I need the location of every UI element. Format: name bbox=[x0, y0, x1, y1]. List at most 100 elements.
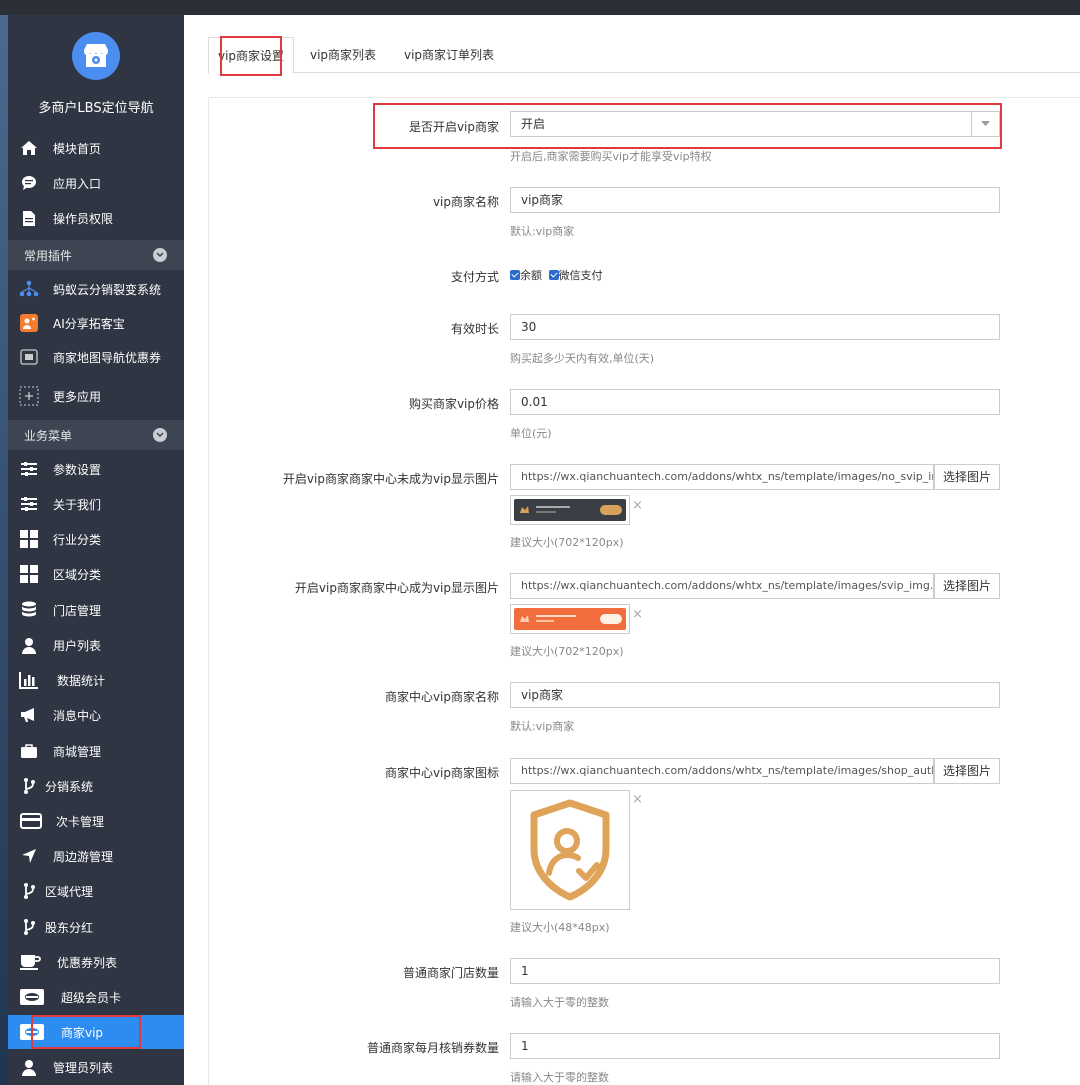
remove-image-icon[interactable]: × bbox=[632, 498, 643, 513]
sidebar-item-label: 超级会员卡 bbox=[61, 990, 122, 1005]
chat-icon bbox=[19, 173, 39, 193]
tab-vip-settings[interactable]: vip商家设置 bbox=[208, 37, 294, 74]
sidebar-item-about[interactable]: 关于我们 bbox=[8, 487, 184, 521]
payment-options: 余额 微信支付 bbox=[510, 267, 603, 283]
non-vip-image-preview bbox=[510, 495, 630, 525]
sidebar-item-industry[interactable]: 行业分类 bbox=[8, 522, 184, 556]
choose-image-button[interactable]: 选择图片 bbox=[934, 758, 1000, 784]
sidebar-item-label: 参数设置 bbox=[53, 462, 102, 477]
center-vip-icon-url-input[interactable]: https://wx.qianchuantech.com/addons/whtx… bbox=[510, 758, 934, 784]
checkbox-label: 微信支付 bbox=[558, 269, 603, 282]
sidebar-item-operator-permissions[interactable]: 操作员权限 bbox=[8, 201, 184, 235]
section-label: 常用插件 bbox=[24, 248, 73, 263]
app-title: 多商户LBS定位导航 bbox=[38, 101, 154, 116]
normal-monthly-verify-input[interactable]: 1 bbox=[510, 1033, 1000, 1059]
branch-icon bbox=[19, 776, 39, 796]
sidebar-item-card[interactable]: 次卡管理 bbox=[8, 804, 184, 838]
wechat-pay-checkbox[interactable] bbox=[548, 270, 559, 280]
field-hint: 开启后,商家需要购买vip才能享受vip特权 bbox=[510, 150, 712, 163]
sidebar-item-dividend[interactable]: 股东分红 bbox=[8, 910, 184, 944]
plus-box-icon bbox=[19, 386, 39, 406]
sidebar-item-label: 商家vip bbox=[61, 1025, 104, 1040]
coffee-icon bbox=[19, 952, 43, 972]
bar-chart-icon bbox=[19, 670, 39, 690]
shield-user-icon bbox=[510, 790, 630, 910]
field-hint: 默认:vip商家 bbox=[510, 720, 575, 733]
sidebar-item-label: 用户列表 bbox=[53, 638, 102, 653]
sidebar-item-tours[interactable]: 周边游管理 bbox=[8, 839, 184, 873]
balance-checkbox[interactable] bbox=[510, 270, 520, 280]
price-input[interactable]: 0.01 bbox=[510, 389, 1000, 415]
store-logo-icon bbox=[72, 32, 120, 80]
duration-input[interactable]: 30 bbox=[510, 314, 1000, 340]
choose-image-button[interactable]: 选择图片 bbox=[934, 573, 1000, 599]
field-label: 有效时长 bbox=[450, 322, 499, 336]
field-hint: 建议大小(48*48px) bbox=[510, 921, 610, 934]
field-label: 是否开启vip商家 bbox=[408, 120, 499, 134]
sidebar-section-business[interactable]: 业务菜单 bbox=[8, 420, 184, 450]
field-label: 购买商家vip价格 bbox=[408, 397, 499, 411]
tab-vip-orders[interactable]: vip商家订单列表 bbox=[392, 37, 506, 74]
sidebar-item-label: 蚂蚁云分销裂变系统 bbox=[53, 282, 162, 297]
remove-image-icon[interactable]: × bbox=[632, 607, 643, 622]
select-value: 开启 bbox=[521, 117, 546, 131]
sidebar-item-coupons[interactable]: 优惠券列表 bbox=[8, 945, 184, 979]
brand-header: 多商户LBS定位导航 bbox=[8, 15, 184, 130]
sidebar-item-label: 商城管理 bbox=[53, 744, 102, 759]
field-label: 普通商家每月核销券数量 bbox=[366, 1041, 499, 1055]
sidebar-item-admins[interactable]: 管理员列表 bbox=[8, 1050, 184, 1084]
grid-icon bbox=[19, 529, 39, 549]
sidebar-item-mall[interactable]: 商城管理 bbox=[8, 734, 184, 768]
enable-vip-select[interactable]: 开启 bbox=[510, 111, 1000, 137]
non-vip-image-url-input[interactable]: https://wx.qianchuantech.com/addons/whtx… bbox=[510, 464, 934, 490]
field-hint: 建议大小(702*120px) bbox=[510, 536, 624, 549]
sidebar-section-plugins[interactable]: 常用插件 bbox=[8, 240, 184, 270]
credit-card-icon bbox=[19, 811, 43, 831]
field-hint: 请输入大于零的整数 bbox=[510, 996, 609, 1009]
vip-image-url-input[interactable]: https://wx.qianchuantech.com/addons/whtx… bbox=[510, 573, 934, 599]
window-top-bar bbox=[0, 0, 1080, 15]
cc-card-icon bbox=[19, 1022, 45, 1042]
network-icon bbox=[19, 279, 39, 299]
vip-name-input[interactable]: vip商家 bbox=[510, 187, 1000, 213]
sidebar-item-label: 操作员权限 bbox=[53, 211, 114, 226]
sidebar-item-label: 数据统计 bbox=[57, 673, 106, 688]
sidebar-item-label: 区域代理 bbox=[45, 884, 94, 899]
sidebar-item-ai-share[interactable]: AI分享拓客宝 bbox=[8, 306, 184, 340]
tab-vip-list[interactable]: vip商家列表 bbox=[298, 37, 388, 74]
database-icon bbox=[19, 600, 39, 620]
sidebar-item-region[interactable]: 区域分类 bbox=[8, 557, 184, 591]
sidebar-item-merchant-vip[interactable]: 商家vip bbox=[8, 1015, 184, 1049]
user-icon bbox=[19, 635, 39, 655]
sliders-icon bbox=[19, 494, 39, 514]
chevron-down-icon bbox=[153, 248, 167, 262]
sidebar-item-app-entry[interactable]: 应用入口 bbox=[8, 166, 184, 200]
sidebar-item-more-apps[interactable]: 更多应用 bbox=[8, 379, 184, 413]
sidebar-item-label: 管理员列表 bbox=[53, 1060, 114, 1075]
branch-icon bbox=[19, 917, 39, 937]
sidebar-item-params[interactable]: 参数设置 bbox=[8, 452, 184, 486]
sidebar-item-stats[interactable]: 数据统计 bbox=[8, 663, 184, 697]
sidebar-item-stores[interactable]: 门店管理 bbox=[8, 593, 184, 627]
sidebar-item-ant-cloud[interactable]: 蚂蚁云分销裂变系统 bbox=[8, 272, 184, 306]
sidebar-item-label: 更多应用 bbox=[53, 389, 102, 404]
sidebar-item-users[interactable]: 用户列表 bbox=[8, 628, 184, 662]
choose-image-button[interactable]: 选择图片 bbox=[934, 464, 1000, 490]
field-hint: 请输入大于零的整数 bbox=[510, 1071, 609, 1084]
sidebar-item-messages[interactable]: 消息中心 bbox=[8, 698, 184, 732]
sidebar-item-map-coupon[interactable]: 商家地图导航优惠券 bbox=[8, 340, 184, 374]
sidebar-item-label: 消息中心 bbox=[53, 708, 102, 723]
main-content: vip商家设置 vip商家列表 vip商家订单列表 是否开启vip商家 开启 开… bbox=[184, 15, 1080, 1085]
normal-store-count-input[interactable]: 1 bbox=[510, 958, 1000, 984]
sidebar-item-label: 次卡管理 bbox=[56, 814, 105, 829]
field-hint: 默认:vip商家 bbox=[510, 225, 575, 238]
sidebar-item-home[interactable]: 模块首页 bbox=[8, 131, 184, 165]
center-vip-name-input[interactable]: vip商家 bbox=[510, 682, 1000, 708]
sidebar-item-distribution[interactable]: 分销系统 bbox=[8, 769, 184, 803]
remove-image-icon[interactable]: × bbox=[632, 792, 643, 807]
sidebar-item-region-agent[interactable]: 区域代理 bbox=[8, 874, 184, 908]
sidebar-item-label: 股东分红 bbox=[45, 920, 94, 935]
sidebar-item-super-card[interactable]: 超级会员卡 bbox=[8, 980, 184, 1014]
field-label: vip商家名称 bbox=[432, 195, 499, 209]
sidebar-item-label: 商家地图导航优惠券 bbox=[53, 350, 162, 365]
